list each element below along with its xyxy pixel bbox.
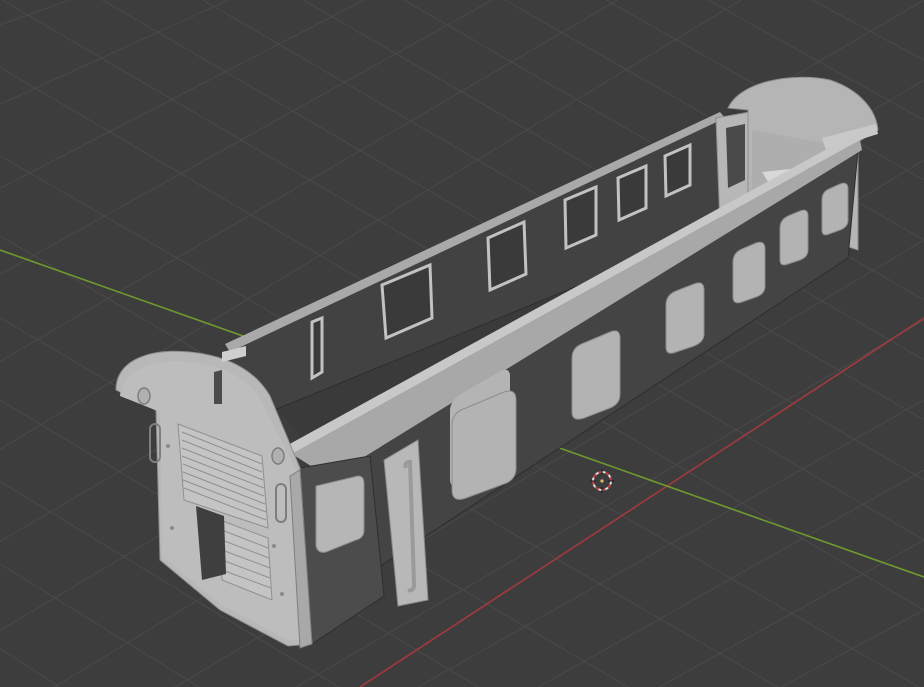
- roof-slot: [214, 370, 222, 404]
- end-bolt: [280, 592, 284, 596]
- near-window: [821, 182, 849, 236]
- far-end-door: [726, 124, 745, 188]
- end-bolt: [166, 444, 170, 448]
- near-window: [665, 282, 705, 354]
- end-bolt: [272, 544, 276, 548]
- 3d-viewport[interactable]: [0, 0, 924, 687]
- near-window: [732, 241, 766, 304]
- near-window: [779, 209, 809, 266]
- end-lamp-right: [271, 447, 285, 465]
- end-bolt: [170, 526, 174, 530]
- end-lamp-left: [137, 387, 151, 405]
